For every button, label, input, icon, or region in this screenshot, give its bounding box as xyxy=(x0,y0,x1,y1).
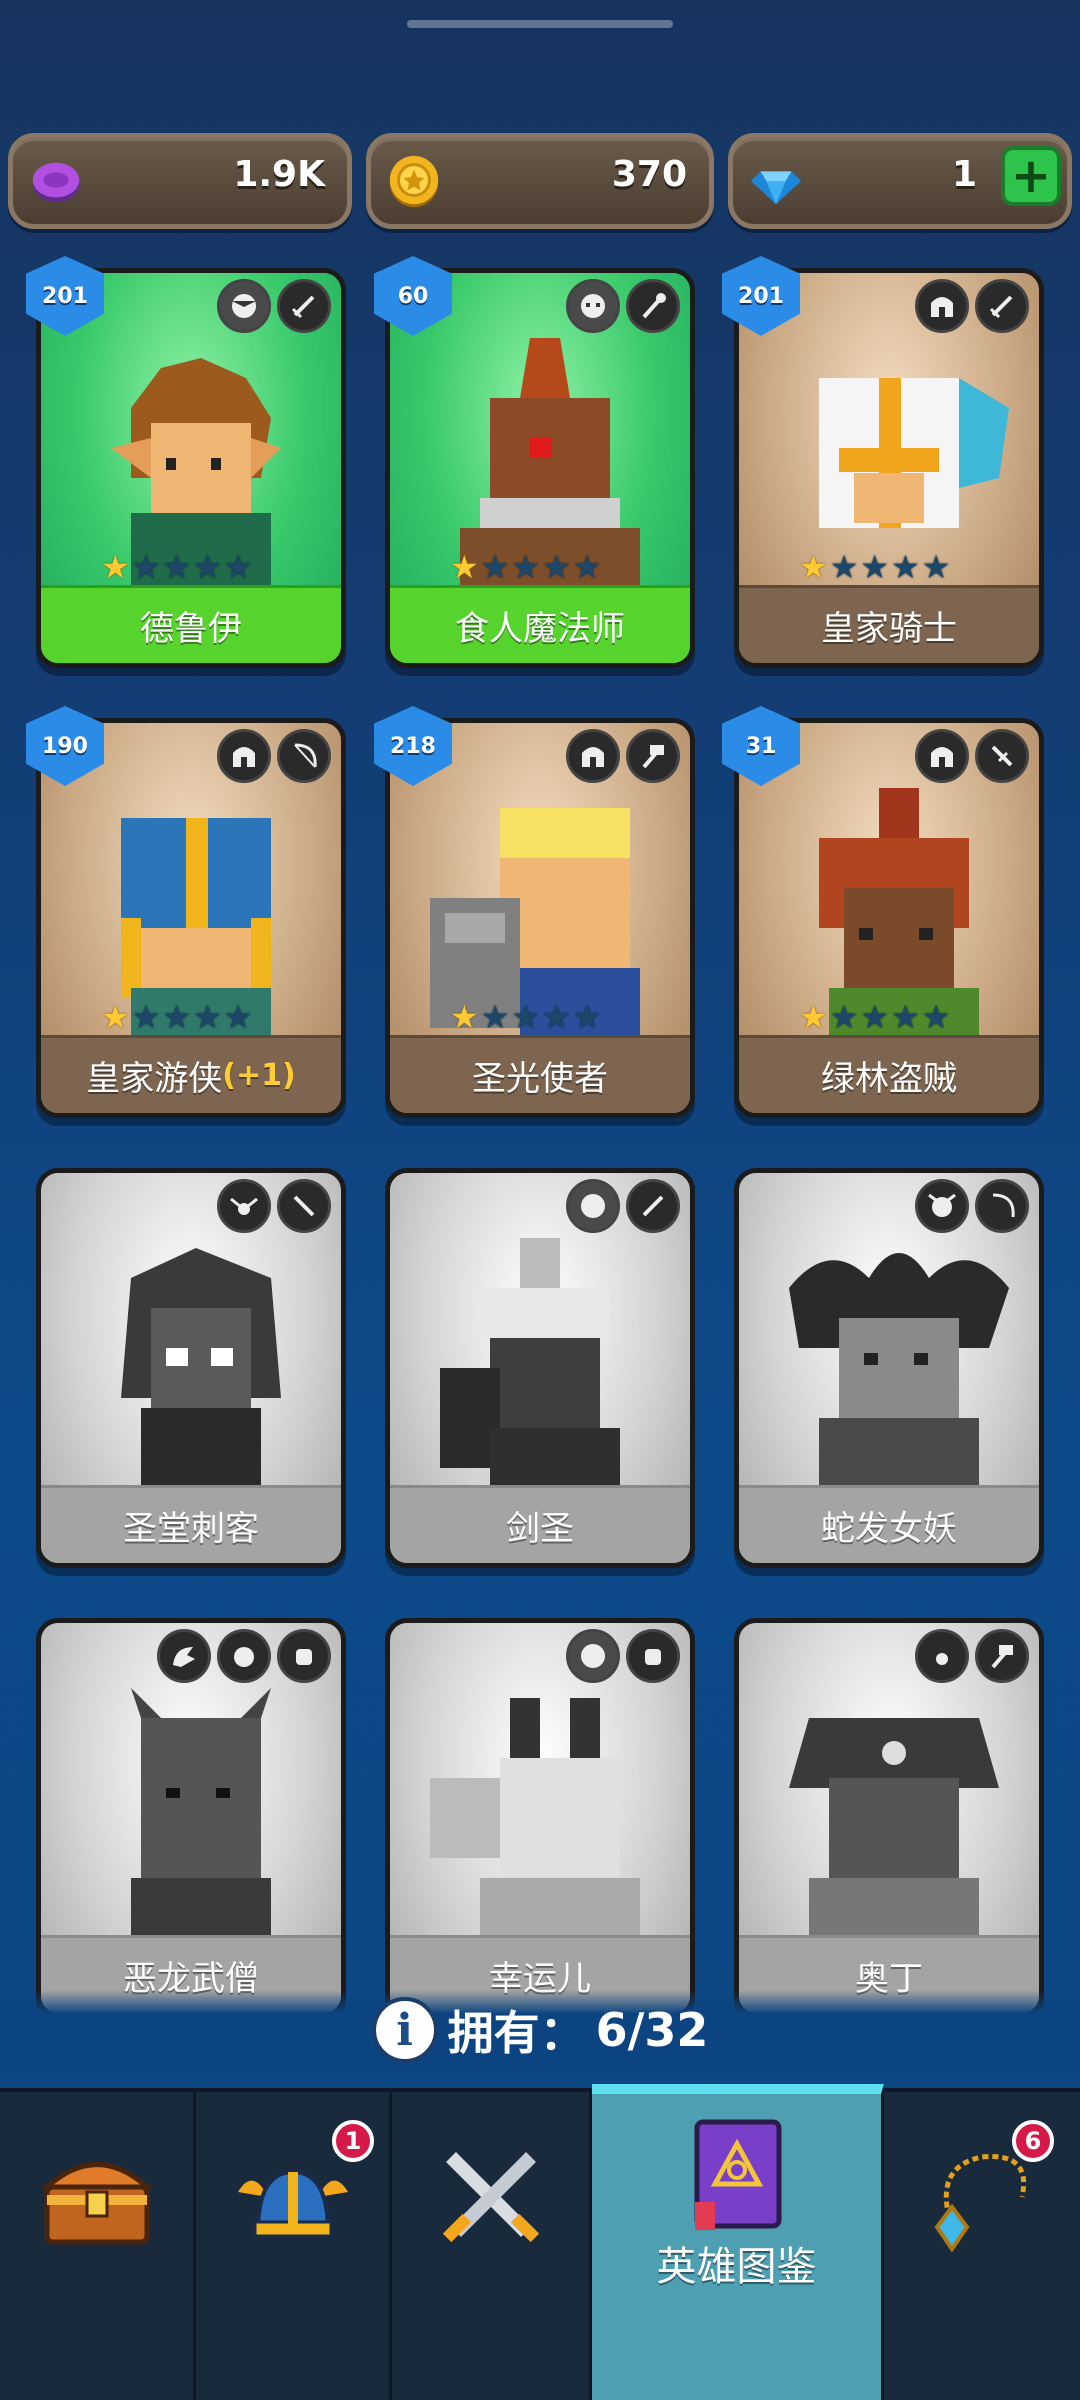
nav-tab-hero-codex[interactable]: 英雄图鉴 xyxy=(592,2084,884,2400)
sword-icon xyxy=(975,279,1029,333)
drag-handle[interactable] xyxy=(407,20,673,28)
star-rating: ★ ★ ★ ★ ★ xyxy=(799,548,951,586)
hero-name: 皇家骑士 xyxy=(739,585,1039,663)
coin-icon xyxy=(389,155,439,208)
bottom-navigation: 1 英雄图鉴 6 xyxy=(0,2084,1080,2400)
hero-name: 皇家游侠 (+1) xyxy=(41,1035,341,1113)
fist-icon xyxy=(277,1629,331,1683)
hero-name: 德鲁伊 xyxy=(41,585,341,663)
sword-icon xyxy=(626,1179,680,1233)
owned-count: 6/32 xyxy=(595,2003,709,2057)
add-diamonds-button[interactable]: + xyxy=(1001,146,1061,206)
hammer-icon xyxy=(975,1629,1029,1683)
ogre-class-icon xyxy=(566,279,620,333)
coin-value: 370 xyxy=(611,154,687,195)
nav-tab-heroes[interactable]: 1 xyxy=(196,2092,392,2400)
hero-card-templar-assassin[interactable]: 圣堂刺客 xyxy=(36,1168,346,1568)
star-rating: ★ ★ ★ ★ ★ xyxy=(450,998,602,1036)
purple-gem-counter: 1.9K xyxy=(8,133,352,229)
owned-counter: i 拥有： 6/32 xyxy=(0,1990,1080,2070)
plus-icon: + xyxy=(1010,148,1052,204)
diamond-icon xyxy=(750,171,802,205)
lucky-one-portrait xyxy=(430,1698,640,1938)
ogre-class-icon xyxy=(566,1179,620,1233)
hero-card-ogre-mage[interactable]: ★ ★ ★ ★ ★ 食人魔法师 xyxy=(385,268,695,668)
nav-tab-label: 英雄图鉴 xyxy=(656,2244,817,2290)
hero-card-light-bringer[interactable]: ★ ★ ★ ★ ★ 圣光使者 xyxy=(385,718,695,1118)
helmet-class-icon xyxy=(566,729,620,783)
dragon-monk-portrait xyxy=(131,1688,271,1938)
hero-name: 食人魔法师 xyxy=(390,585,690,663)
treasure-chest-icon xyxy=(39,2162,154,2245)
hero-card-medusa[interactable]: 蛇发女妖 xyxy=(734,1168,1044,1568)
nav-tab-battle[interactable] xyxy=(392,2092,592,2400)
hero-card-odin[interactable]: 奥丁 xyxy=(734,1618,1044,2018)
hero-name: 剑圣 xyxy=(390,1485,690,1563)
horned-skull-class-icon xyxy=(915,1179,969,1233)
purple-gem-icon xyxy=(32,162,80,203)
winged-class-icon xyxy=(217,1179,271,1233)
dagger-icon xyxy=(277,1179,331,1233)
nav-tab-equipment[interactable]: 6 xyxy=(884,2092,1080,2400)
dragon-class-icon xyxy=(157,1629,211,1683)
bow-icon xyxy=(277,729,331,783)
fist-icon xyxy=(626,1629,680,1683)
star-rating: ★ ★ ★ ★ ★ xyxy=(799,998,951,1036)
star-rating: ★ ★ ★ ★ ★ xyxy=(450,548,602,586)
hero-card-lucky-one[interactable]: 幸运儿 xyxy=(385,1618,695,2018)
viking-helmet-icon xyxy=(237,2169,348,2238)
sword-saint-portrait xyxy=(440,1238,620,1488)
hero-card-royal-ranger[interactable]: ★ ★ ★ ★ ★ 皇家游侠 (+1) xyxy=(36,718,346,1118)
bow-icon xyxy=(975,1179,1029,1233)
templar-assassin-portrait xyxy=(121,1248,281,1488)
odin-portrait xyxy=(789,1718,999,1938)
hero-name: 绿林盗贼 xyxy=(739,1035,1039,1113)
star-rating: ★ ★ ★ ★ ★ xyxy=(101,548,253,586)
hero-name: 蛇发女妖 xyxy=(739,1485,1039,1563)
staff-icon xyxy=(626,279,680,333)
bonus-indicator: (+1) xyxy=(222,1058,296,1093)
owned-label: 拥有： xyxy=(447,2006,586,2060)
hero-card-dragon-monk[interactable]: 恶龙武僧 xyxy=(36,1618,346,2018)
hero-card-royal-knight[interactable]: ★ ★ ★ ★ ★ 皇家骑士 xyxy=(734,268,1044,668)
diamond-value: 1 xyxy=(951,154,977,195)
medusa-portrait xyxy=(789,1253,1009,1488)
hero-name: 圣堂刺客 xyxy=(41,1485,341,1563)
hero-card-sword-saint[interactable]: 剑圣 xyxy=(385,1168,695,1568)
helmet-class-icon xyxy=(915,279,969,333)
hero-name: 圣光使者 xyxy=(390,1035,690,1113)
hero-card-druid[interactable]: ★ ★ ★ ★ ★ 德鲁伊 xyxy=(36,268,346,668)
purple-gem-value: 1.9K xyxy=(233,154,325,195)
diamond-counter: 1 + xyxy=(728,133,1072,229)
coin-counter: 370 xyxy=(366,133,714,229)
dagger-icon xyxy=(975,729,1029,783)
info-icon[interactable]: i xyxy=(371,1997,438,2063)
notification-badge: 6 xyxy=(1012,2120,1054,2162)
elf-class-icon xyxy=(566,1629,620,1683)
elf-class-icon xyxy=(217,279,271,333)
helmet-class-icon xyxy=(217,729,271,783)
winged-class-icon xyxy=(915,1629,969,1683)
crossed-swords-icon xyxy=(442,2152,539,2243)
hero-card-greenwood-thief[interactable]: ★ ★ ★ ★ ★ 绿林盗贼 xyxy=(734,718,1044,1118)
sword-icon xyxy=(277,279,331,333)
horned-skull-class-icon xyxy=(217,1629,271,1683)
star-rating: ★ ★ ★ ★ ★ xyxy=(101,998,253,1036)
notification-badge: 1 xyxy=(332,2120,374,2162)
helmet-class-icon xyxy=(915,729,969,783)
hero-book-icon xyxy=(694,2119,781,2230)
hammer-icon xyxy=(626,729,680,783)
nav-tab-shop[interactable] xyxy=(0,2092,196,2400)
